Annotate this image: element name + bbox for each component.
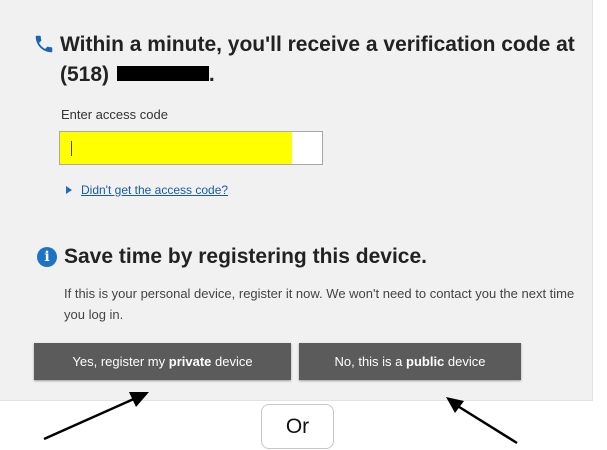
phone-icon xyxy=(35,35,53,53)
access-code-label: Enter access code xyxy=(61,107,168,122)
verification-headline: Within a minute, you'll receive a verifi… xyxy=(34,30,584,90)
public-button-emphasis: public xyxy=(406,354,445,369)
public-button-suffix: device xyxy=(444,354,486,369)
phone-suffix: . xyxy=(208,63,215,86)
triangle-right-icon xyxy=(66,185,72,194)
phone-prefix: (518) xyxy=(60,63,115,86)
verification-panel: Within a minute, you'll receive a verifi… xyxy=(0,0,593,401)
access-code-field[interactable] xyxy=(59,131,323,165)
redacted-phone-number xyxy=(116,66,209,82)
verification-message: Within a minute, you'll receive a verifi… xyxy=(60,33,575,56)
info-icon: i xyxy=(37,247,57,267)
or-annotation-badge: Or xyxy=(261,404,334,449)
register-heading: i Save time by registering this device. xyxy=(37,245,427,269)
register-description: If this is your personal device, registe… xyxy=(64,286,575,322)
register-heading-text: Save time by registering this device. xyxy=(64,245,427,268)
public-button-prefix: No, this is a xyxy=(334,354,407,369)
didnt-get-code-link[interactable]: Didn't get the access code? xyxy=(81,183,228,197)
private-button-emphasis: private xyxy=(168,354,212,369)
access-code-input[interactable] xyxy=(60,132,322,164)
right-arrow-icon xyxy=(446,397,518,445)
register-private-device-button[interactable]: Yes, register my private device xyxy=(34,343,291,380)
public-device-button[interactable]: No, this is a public device xyxy=(299,343,521,380)
private-button-suffix: device xyxy=(211,354,253,369)
private-button-prefix: Yes, register my xyxy=(72,354,169,369)
access-code-help[interactable]: Didn't get the access code? xyxy=(66,183,228,197)
